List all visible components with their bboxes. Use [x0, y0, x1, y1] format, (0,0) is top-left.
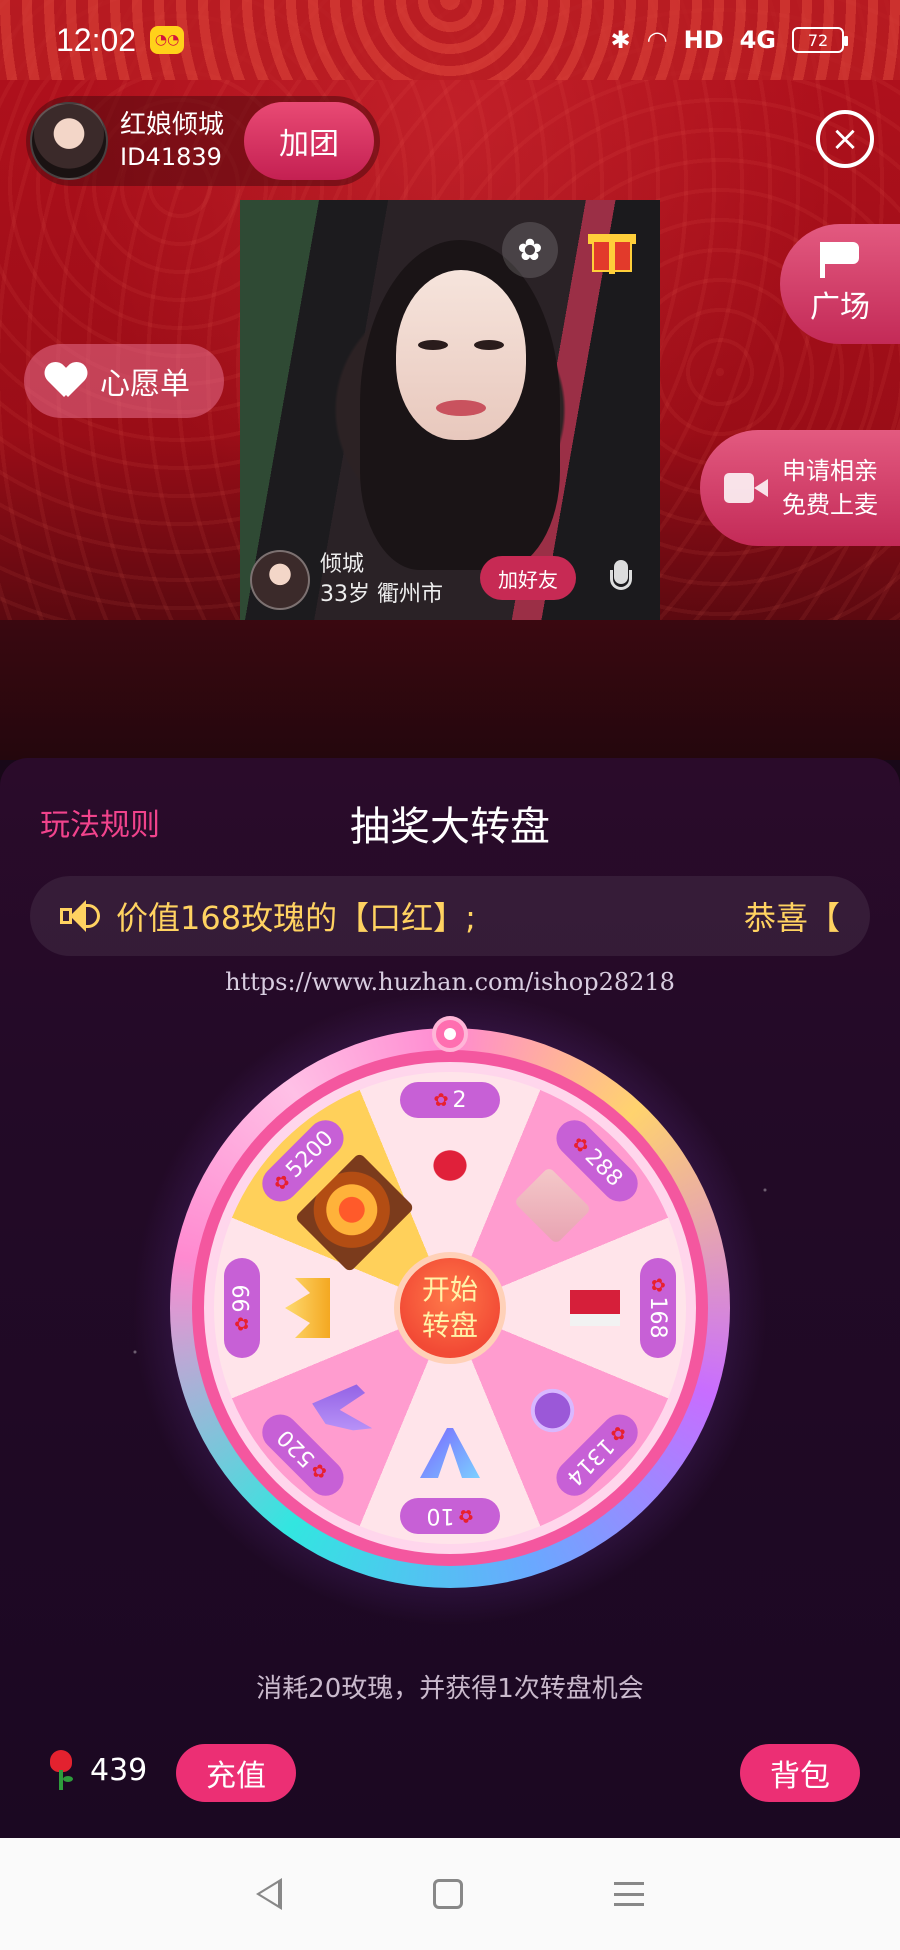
wifi-icon: ◠	[646, 26, 668, 54]
join-group-button[interactable]: 加团	[244, 102, 374, 180]
start-line2: 转盘	[421, 1309, 478, 1342]
add-friend-button[interactable]: 加好友	[480, 556, 576, 600]
video-person-eye	[474, 340, 504, 350]
hd-icon: HD	[683, 26, 724, 54]
spin-cost-text: 消耗20玫瑰，并获得1次转盘机会	[256, 1674, 644, 1704]
host-name: 红娘倾城	[120, 110, 225, 140]
status-icons: ✱ ◠ HD 4G 72	[610, 26, 848, 54]
marquee-text: 价值168玫瑰的【口红】;	[116, 899, 476, 937]
prize-wheel: ✿ 2 ✿ 288 ✿ 168 ✿ 1314 ✿ 10 ✿ 520 ✿ 99 ✿ 5200 开始 转盘	[130, 988, 770, 1628]
apply-line1: 申请相亲	[782, 457, 878, 485]
segment-value: 5200	[281, 1125, 339, 1183]
menu-icon[interactable]	[614, 1882, 645, 1906]
heart-icon	[46, 363, 86, 399]
video-person-eye	[418, 340, 448, 350]
battery-icon: 72	[792, 27, 848, 53]
status-time: 12:02	[56, 21, 137, 58]
app-notification-icon: ◔◔	[150, 26, 185, 54]
back-icon[interactable]	[255, 1878, 282, 1910]
gift-box-icon[interactable]	[588, 222, 636, 274]
close-icon: ×	[830, 119, 860, 159]
recharge-button[interactable]: 充值	[176, 1744, 296, 1802]
guest-video[interactable]: ✿ 倾城 33岁 衢州市 加好友	[240, 200, 660, 620]
guest-avatar[interactable]	[250, 550, 310, 610]
apply-line2: 免费上麦	[782, 491, 878, 519]
guest-info: 倾城 33岁 衢州市	[250, 550, 443, 610]
backpack-button[interactable]: 背包	[740, 1744, 860, 1802]
rose-icon	[48, 1750, 74, 1790]
host-id: ID41839	[120, 143, 222, 171]
square-button[interactable]: 广场	[780, 224, 900, 344]
signal-icon: 4G	[739, 26, 776, 54]
room-shade	[0, 620, 900, 760]
apply-label: 申请相亲 免费上麦	[782, 454, 878, 522]
panel-title: 抽奖大转盘	[350, 804, 550, 850]
guest-name: 倾城	[320, 552, 365, 577]
microphone-icon[interactable]	[610, 560, 632, 598]
lottery-panel: 玩法规则 抽奖大转盘 价值168玫瑰的【口红】; 恭喜【 https://www…	[0, 758, 900, 1838]
wishlist-label: 心愿单	[100, 367, 190, 402]
host-info-pill[interactable]: 红娘倾城 ID41839 加团	[26, 96, 380, 186]
apply-date-button[interactable]: 申请相亲 免费上麦	[700, 430, 900, 546]
host-avatar[interactable]	[30, 102, 108, 180]
host-info: 红娘倾城 ID41839	[120, 109, 224, 173]
guest-text: 倾城 33岁 衢州市	[320, 550, 443, 610]
speaker-icon	[60, 900, 100, 932]
marquee-text-2: 恭喜【	[743, 899, 840, 937]
video-person-lips	[436, 400, 486, 416]
flag-icon	[820, 242, 860, 278]
system-nav-bar	[0, 1838, 900, 1950]
start-line1: 开始	[421, 1273, 478, 1306]
winner-marquee: 价值168玫瑰的【口红】; 恭喜【	[30, 876, 870, 956]
start-spin-button[interactable]: 开始 转盘	[394, 1252, 506, 1364]
home-icon[interactable]	[432, 1879, 463, 1909]
wishlist-button[interactable]: 心愿单	[24, 344, 224, 418]
guest-details: 33岁 衢州市	[320, 582, 443, 607]
status-bar: 12:02 ◔◔ ✱ ◠ HD 4G 72	[0, 0, 900, 80]
rose-balance: 439	[48, 1750, 147, 1790]
video-camera-icon	[724, 473, 768, 503]
balance-value: 439	[90, 1752, 148, 1788]
close-button[interactable]: ×	[816, 110, 874, 168]
bluetooth-icon: ✱	[610, 26, 631, 54]
square-label: 广场	[810, 290, 870, 325]
flower-gift-icon[interactable]: ✿	[502, 222, 558, 278]
